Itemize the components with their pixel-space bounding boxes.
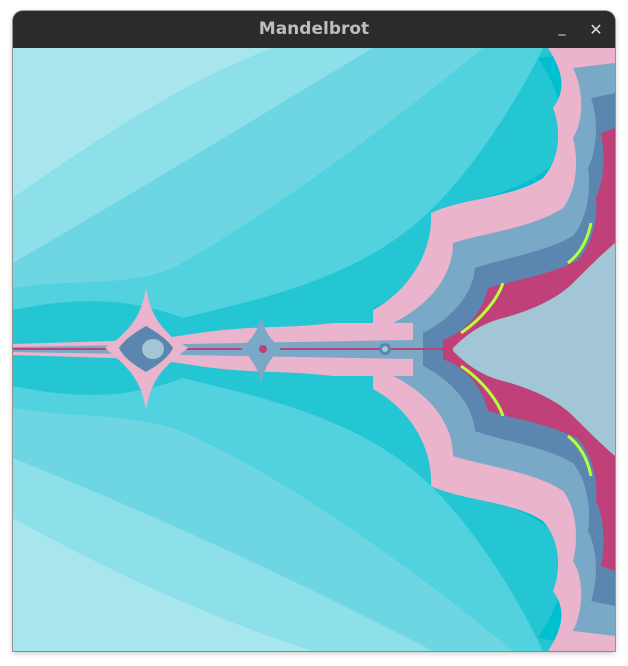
minimize-icon: _ — [558, 20, 566, 36]
mini-3-core — [382, 346, 388, 352]
app-window: Mandelbrot _ ✕ — [13, 11, 615, 651]
mini-2-core — [259, 345, 267, 353]
fractal-canvas[interactable] — [13, 48, 615, 651]
close-button[interactable]: ✕ — [584, 18, 608, 42]
mini-bulb-interior — [142, 339, 164, 359]
window-title: Mandelbrot — [258, 19, 370, 39]
close-icon: ✕ — [589, 20, 603, 39]
title-bar[interactable]: Mandelbrot _ ✕ — [13, 11, 615, 48]
mandelbrot-render — [13, 48, 615, 651]
minimize-button[interactable]: _ — [550, 18, 574, 42]
